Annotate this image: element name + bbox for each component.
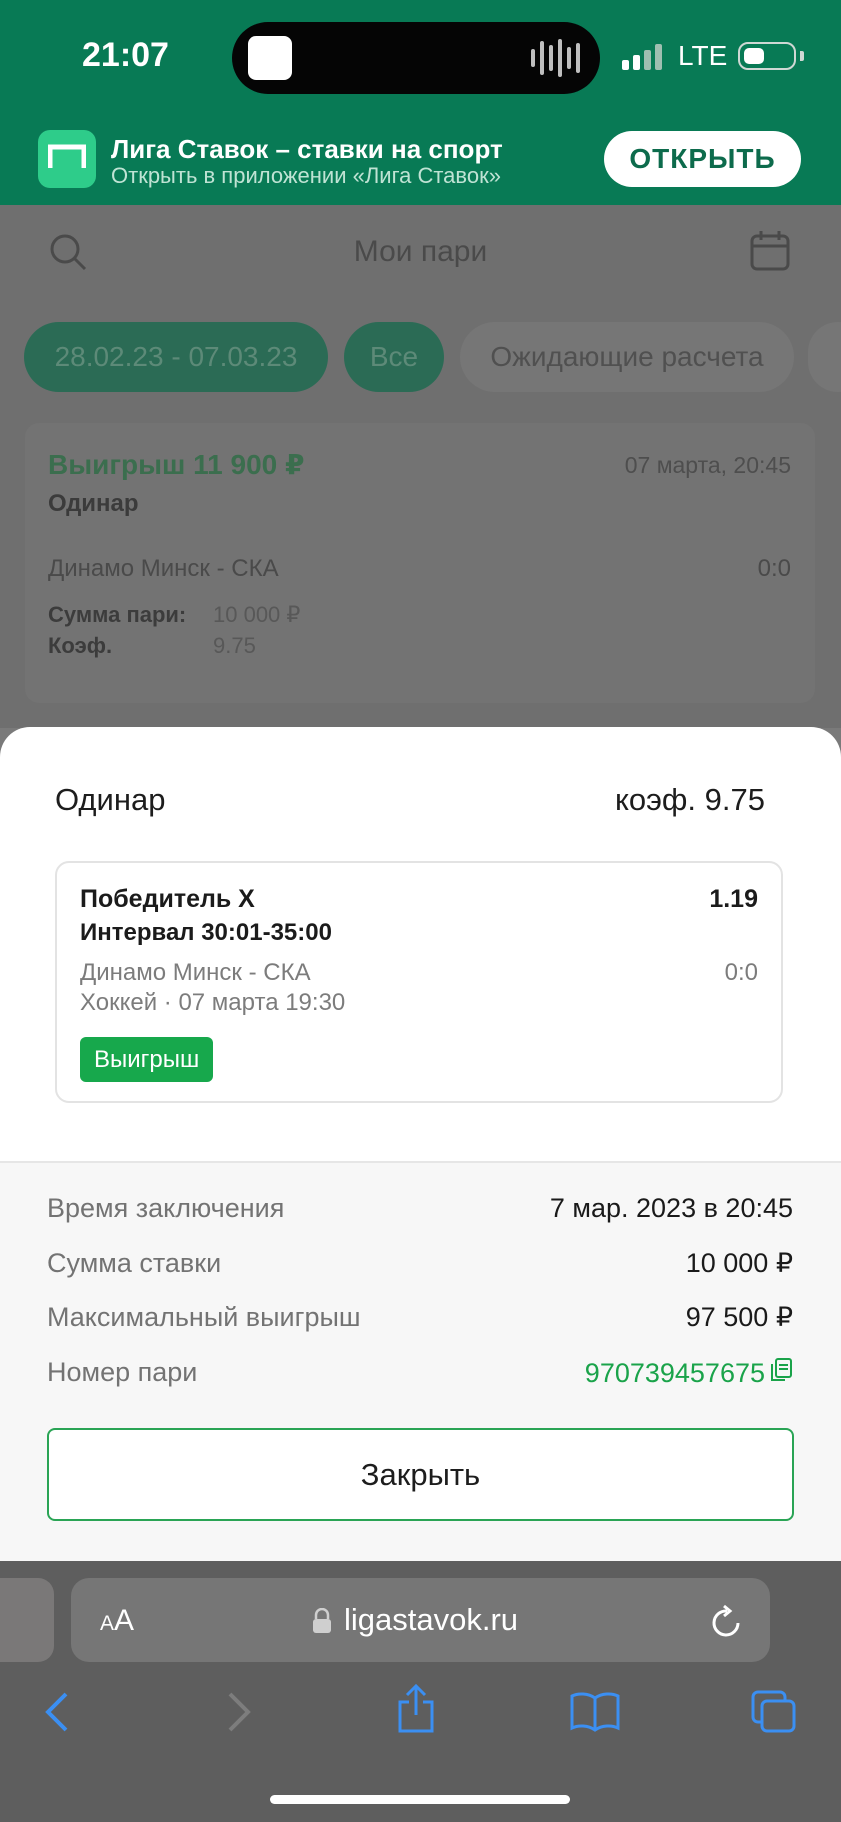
text-size-button[interactable]: AA [100, 1604, 134, 1638]
event-sport-date: Хоккей · 07 марта 19:30 [80, 989, 346, 1016]
previous-tab-preview[interactable] [0, 1578, 54, 1662]
lock-icon [312, 1607, 332, 1639]
detail-label-bet-number: Номер пари [47, 1357, 198, 1387]
detail-value-max-win: 97 500 ₽ [685, 1302, 793, 1332]
detail-value-time: 7 мар. 2023 в 20:45 [549, 1193, 793, 1223]
bet-card-datetime: 07 марта, 20:45 [624, 452, 791, 478]
reload-icon[interactable] [710, 1603, 744, 1644]
bet-card-type: Одинар [48, 490, 139, 517]
app-banner-title: Лига Ставок – ставки на спорт [111, 134, 503, 164]
sheet-coefficient: коэф. 9.75 [614, 782, 765, 817]
bet-card-stake-value: 10 000 ₽ [213, 602, 301, 627]
event-match: Динамо Минск - СКА [80, 959, 311, 986]
bet-card-coef-label: Коэф. [48, 633, 113, 658]
bet-card-coef-value: 9.75 [213, 633, 256, 658]
back-icon[interactable] [42, 1690, 72, 1739]
bet-card-match: Динамо Минск - СКА [48, 555, 279, 582]
bet-number-value: 970739457675 [584, 1358, 765, 1388]
copy-icon[interactable] [769, 1357, 793, 1390]
sheet-bet-type: Одинар [55, 782, 166, 817]
status-time: 21:07 [82, 36, 169, 74]
network-type: LTE [678, 40, 728, 71]
event-card: Победитель X 1.19 Интервал 30:01-35:00 Д… [55, 861, 783, 1103]
bet-card-score: 0:0 [757, 555, 791, 582]
dynamic-island [232, 22, 600, 94]
event-odds: 1.19 [709, 885, 758, 913]
bet-card-stake-label: Сумма пари: [48, 602, 187, 627]
event-interval: Интервал 30:01-35:00 [80, 919, 332, 946]
home-indicator [270, 1795, 570, 1804]
bet-card-win-amount: Выигрыш 11 900 ₽ [48, 449, 305, 480]
bet-number-copy[interactable]: 970739457675 [585, 1357, 793, 1390]
page-title: Мои пари [353, 235, 488, 268]
app-banner-subtitle: Открыть в приложении «Лига Ставок» [111, 163, 501, 188]
event-score: 0:0 [724, 959, 758, 986]
bet-details-panel: Время заключения 7 мар. 2023 в 20:45 Сум… [0, 1161, 841, 1561]
battery-tip [800, 51, 804, 61]
url-text[interactable]: ligastavok.ru [344, 1602, 518, 1638]
detail-label-stake: Сумма ставки [47, 1248, 222, 1278]
forward-icon[interactable] [224, 1690, 254, 1739]
filter-chip-all[interactable]: Все [344, 322, 444, 392]
detail-label-max-win: Максимальный выигрыш [47, 1302, 361, 1332]
bookmarks-icon[interactable] [570, 1692, 620, 1737]
now-playing-app-icon [248, 36, 292, 80]
close-button[interactable]: Закрыть [47, 1428, 794, 1521]
detail-label-time: Время заключения [47, 1193, 285, 1223]
cellular-signal-icon [622, 44, 662, 70]
share-icon[interactable] [396, 1683, 436, 1739]
filter-chip-pending[interactable]: Ожидающие расчета [460, 322, 794, 392]
calendar-icon[interactable] [750, 230, 790, 277]
event-outcome: Победитель X [80, 885, 255, 913]
status-badge: Выигрыш [80, 1037, 214, 1082]
bet-details-sheet: Одинар коэф. 9.75 Победитель X 1.19 Инте… [0, 727, 841, 1561]
detail-value-stake: 10 000 ₽ [685, 1248, 793, 1278]
tabs-icon[interactable] [751, 1690, 797, 1739]
open-app-button[interactable]: ОТКРЫТЬ [604, 131, 801, 187]
battery-icon [738, 42, 796, 70]
app-logo-icon [38, 130, 96, 188]
filter-chip-date-range[interactable]: 28.02.23 - 07.03.23 [24, 322, 328, 392]
audio-waveform-icon [531, 38, 580, 78]
